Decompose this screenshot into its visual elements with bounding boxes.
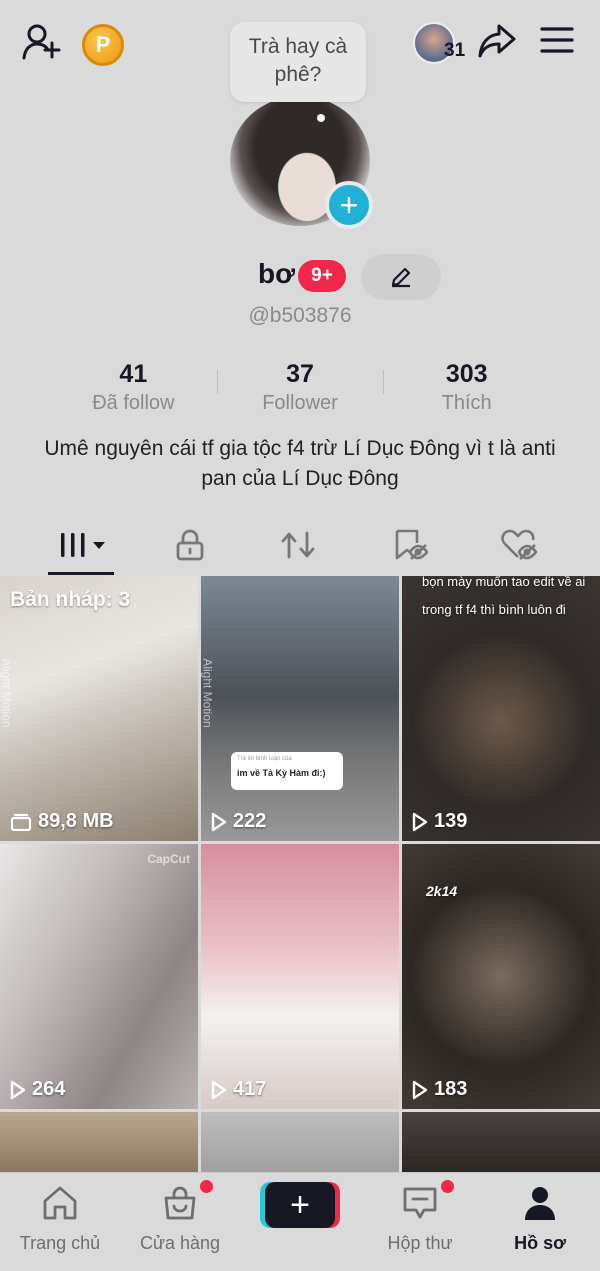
pencil-icon xyxy=(391,267,411,288)
bookmark-eye-icon xyxy=(395,529,428,560)
tab-liked[interactable] xyxy=(484,518,554,572)
sticker-text: im về Tả Kỳ Hàm đi:) xyxy=(237,768,326,778)
view-count-value: 264 xyxy=(32,1078,66,1100)
create-video-button[interactable]: + xyxy=(265,1182,335,1228)
status-bubble[interactable]: Trà hay cà phê? xyxy=(230,22,366,102)
view-count: 139 xyxy=(412,810,467,833)
stat-label: Thích xyxy=(441,392,492,414)
comment-reply-sticker: Trả lời bình luận của im về Tả Kỳ Hàm đi… xyxy=(231,752,343,790)
home-icon xyxy=(40,1183,80,1223)
play-icon xyxy=(412,1080,428,1099)
view-count-value: 139 xyxy=(434,810,468,832)
stats-row: 41 Đã follow 37 Follower 303 Thích xyxy=(50,358,550,418)
play-icon xyxy=(10,1080,26,1099)
nav-profile[interactable]: Hồ sơ xyxy=(485,1183,595,1253)
sticker-title: Trả lời bình luận của xyxy=(237,756,292,762)
play-icon xyxy=(211,812,227,831)
bubble-pointer-dot xyxy=(317,114,325,122)
stat-value: 37 xyxy=(286,360,314,388)
watermark: Alight Motion xyxy=(201,658,215,728)
stat-label: Đã follow xyxy=(92,392,175,414)
video-thumbnail[interactable]: bọn mày muốn tao edit về ai trong tf f4 … xyxy=(402,576,600,841)
notification-dot xyxy=(441,1180,454,1193)
coin-label: P xyxy=(95,32,111,57)
stat-label: Follower xyxy=(262,392,338,414)
status-bubble-text: Trà hay cà phê? xyxy=(248,35,348,86)
stat-likes[interactable]: 303 Thích xyxy=(383,358,550,418)
tab-reposts[interactable] xyxy=(263,518,333,572)
stat-followers[interactable]: 37 Follower xyxy=(216,358,384,418)
coin-icon[interactable]: P xyxy=(82,24,124,66)
profile-bio: Umê nguyên cái tf gia tộc f4 trừ Lí Dục … xyxy=(44,437,556,490)
nav-label: Hồ sơ xyxy=(514,1233,566,1253)
repost-icon xyxy=(281,531,315,559)
video-thumbnail[interactable]: 417 xyxy=(201,844,399,1109)
bottom-navigation: Trang chủ Cửa hàng + Hộp thư Hồ sơ xyxy=(0,1172,600,1271)
view-count-value: 183 xyxy=(434,1078,468,1100)
nav-label: Trang chủ xyxy=(19,1233,101,1253)
name-row: bơ 9+ xyxy=(0,254,600,300)
grid-icon xyxy=(61,533,105,557)
heart-eye-icon xyxy=(501,529,538,560)
content-tabs xyxy=(0,518,600,576)
play-icon xyxy=(412,812,428,831)
drafts-label: Bản nháp: 3 xyxy=(10,588,131,611)
plus-icon: + xyxy=(290,1185,310,1224)
lock-icon xyxy=(176,529,204,561)
menu-icon[interactable] xyxy=(538,24,576,56)
video-grid: Bản nháp: 3 Alight Motion 89,8 MB Alight… xyxy=(0,576,600,1172)
notification-badge[interactable]: 9+ xyxy=(298,260,346,292)
tab-favorites[interactable] xyxy=(375,518,445,572)
view-count: 222 xyxy=(211,810,266,833)
view-count: 417 xyxy=(211,1078,266,1101)
watermark: CapCut xyxy=(147,852,190,866)
view-count: 264 xyxy=(10,1078,65,1101)
play-icon xyxy=(211,1080,227,1099)
notification-dot xyxy=(200,1180,213,1193)
tab-active-indicator xyxy=(48,572,114,575)
draft-size: 89,8 MB xyxy=(10,810,114,833)
inbox-icon xyxy=(400,1183,440,1223)
user-handle: @b503876 xyxy=(248,304,352,327)
view-count-value: 222 xyxy=(233,810,267,832)
profile-icon xyxy=(520,1183,560,1223)
video-caption: 2k14 xyxy=(426,883,458,899)
stat-value: 41 xyxy=(119,360,148,388)
video-thumbnail[interactable]: CapCut 264 xyxy=(0,844,198,1109)
edit-profile-button[interactable] xyxy=(361,254,441,300)
video-thumbnail[interactable]: Alight Motion Trả lời bình luận của im v… xyxy=(201,576,399,841)
nav-label: Cửa hàng xyxy=(139,1233,221,1253)
video-thumbnail[interactable]: 2k14 183 xyxy=(402,844,600,1109)
nav-shop[interactable]: Cửa hàng xyxy=(125,1180,235,1253)
video-caption: bọn mày muốn tao edit về ai trong tf f4 … xyxy=(422,576,586,617)
view-count-value: 417 xyxy=(233,1078,267,1100)
share-icon[interactable] xyxy=(474,20,520,62)
tab-private[interactable] xyxy=(155,518,225,572)
video-thumbnail[interactable] xyxy=(0,1112,198,1172)
username: bơ xyxy=(258,258,296,289)
tab-videos[interactable] xyxy=(48,518,118,572)
watermark: Alight Motion xyxy=(0,658,14,728)
nav-home[interactable]: Trang chủ xyxy=(5,1183,115,1253)
video-thumbnail-draft[interactable]: Bản nháp: 3 Alight Motion 89,8 MB xyxy=(0,576,198,841)
add-story-button[interactable]: + xyxy=(325,181,373,229)
nav-inbox[interactable]: Hộp thư xyxy=(365,1180,475,1253)
friends-count: 31 xyxy=(444,40,466,61)
stat-value: 303 xyxy=(445,360,488,388)
draft-size-value: 89,8 MB xyxy=(38,810,114,832)
video-thumbnail[interactable] xyxy=(402,1112,600,1172)
stat-following[interactable]: 41 Đã follow xyxy=(50,358,217,418)
add-friend-icon[interactable] xyxy=(20,22,64,62)
shop-bag-icon xyxy=(160,1183,200,1223)
view-count: 183 xyxy=(412,1078,467,1101)
video-thumbnail[interactable] xyxy=(201,1112,399,1172)
folder-icon xyxy=(10,813,32,831)
nav-label: Hộp thư xyxy=(387,1233,453,1253)
